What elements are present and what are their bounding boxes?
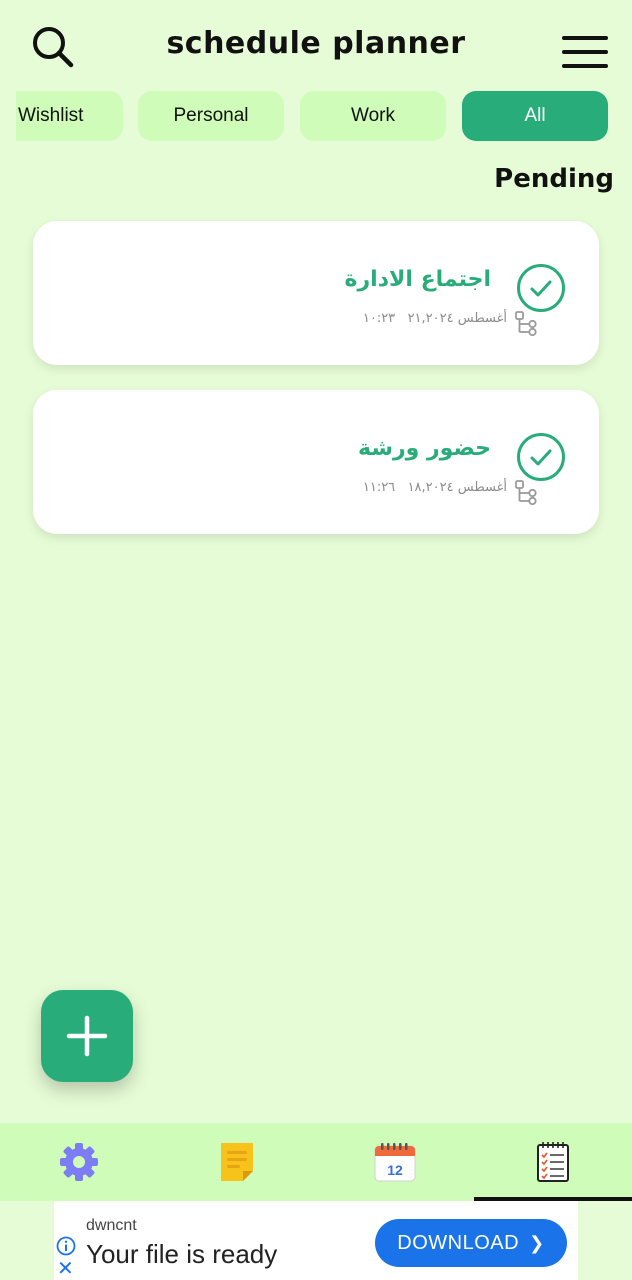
task-title: حضور ورشة — [358, 436, 491, 461]
settings-icon — [60, 1143, 98, 1181]
task-datetime: أغسطس ١٨,٢٠٢٤ ١١:٢٦ — [363, 480, 507, 495]
task-date: أغسطس ٢١,٢٠٢٤ — [407, 311, 507, 326]
task-time: ١٠:٢٣ — [362, 311, 396, 326]
check-circle-icon[interactable] — [516, 263, 566, 313]
menu-button[interactable] — [562, 36, 608, 76]
task-list-icon — [537, 1142, 569, 1182]
ad-content[interactable]: ✕ dwncnt Your file is ready DOWNLOAD ❯ — [54, 1201, 578, 1280]
plus-icon — [66, 1015, 108, 1057]
task-card[interactable]: اجتماع الادارة أغسطس ٢١,٢٠٢٤ ١٠:٢٣ — [33, 221, 599, 365]
ad-banner: ✕ dwncnt Your file is ready DOWNLOAD ❯ — [0, 1201, 632, 1280]
notes-icon — [221, 1143, 253, 1181]
nav-settings[interactable] — [0, 1123, 158, 1201]
app-header: schedule planner — [0, 0, 632, 88]
section-title: Pending — [494, 164, 614, 194]
chip-wishlist[interactable]: Wishlist — [16, 91, 123, 141]
add-task-button[interactable] — [41, 990, 133, 1082]
download-button[interactable]: DOWNLOAD ❯ — [375, 1219, 567, 1267]
task-date: أغسطس ١٨,٢٠٢٤ — [407, 480, 507, 495]
chip-work[interactable]: Work — [300, 91, 446, 141]
nav-tasks[interactable] — [474, 1123, 632, 1201]
bottom-navigation: 12 — [0, 1123, 632, 1201]
info-icon[interactable] — [56, 1236, 76, 1256]
subtask-tree-icon — [515, 311, 537, 337]
nav-notes[interactable] — [158, 1123, 316, 1201]
task-title: اجتماع الادارة — [344, 267, 491, 292]
task-datetime: أغسطس ٢١,٢٠٢٤ ١٠:٢٣ — [363, 311, 507, 326]
chip-personal[interactable]: Personal — [138, 91, 284, 141]
chevron-right-icon: ❯ — [529, 1232, 545, 1253]
check-circle-icon[interactable] — [516, 432, 566, 482]
calendar-day: 12 — [387, 1162, 403, 1178]
hamburger-menu-icon — [562, 36, 608, 40]
subtask-tree-icon — [515, 480, 537, 506]
download-label: DOWNLOAD — [397, 1231, 520, 1254]
nav-calendar[interactable]: 12 — [316, 1123, 474, 1201]
chip-all[interactable]: All — [462, 91, 608, 141]
category-filter-bar: Wishlist Personal Work All — [0, 91, 632, 141]
app-title: schedule planner — [166, 26, 466, 61]
task-time: ١١:٢٦ — [362, 480, 396, 495]
ad-headline: Your file is ready — [86, 1239, 278, 1269]
task-card[interactable]: حضور ورشة أغسطس ١٨,٢٠٢٤ ١١:٢٦ — [33, 390, 599, 534]
close-ad-icon[interactable]: ✕ — [57, 1259, 74, 1279]
calendar-icon: 12 — [374, 1143, 416, 1182]
ad-brand: dwncnt — [86, 1217, 137, 1234]
